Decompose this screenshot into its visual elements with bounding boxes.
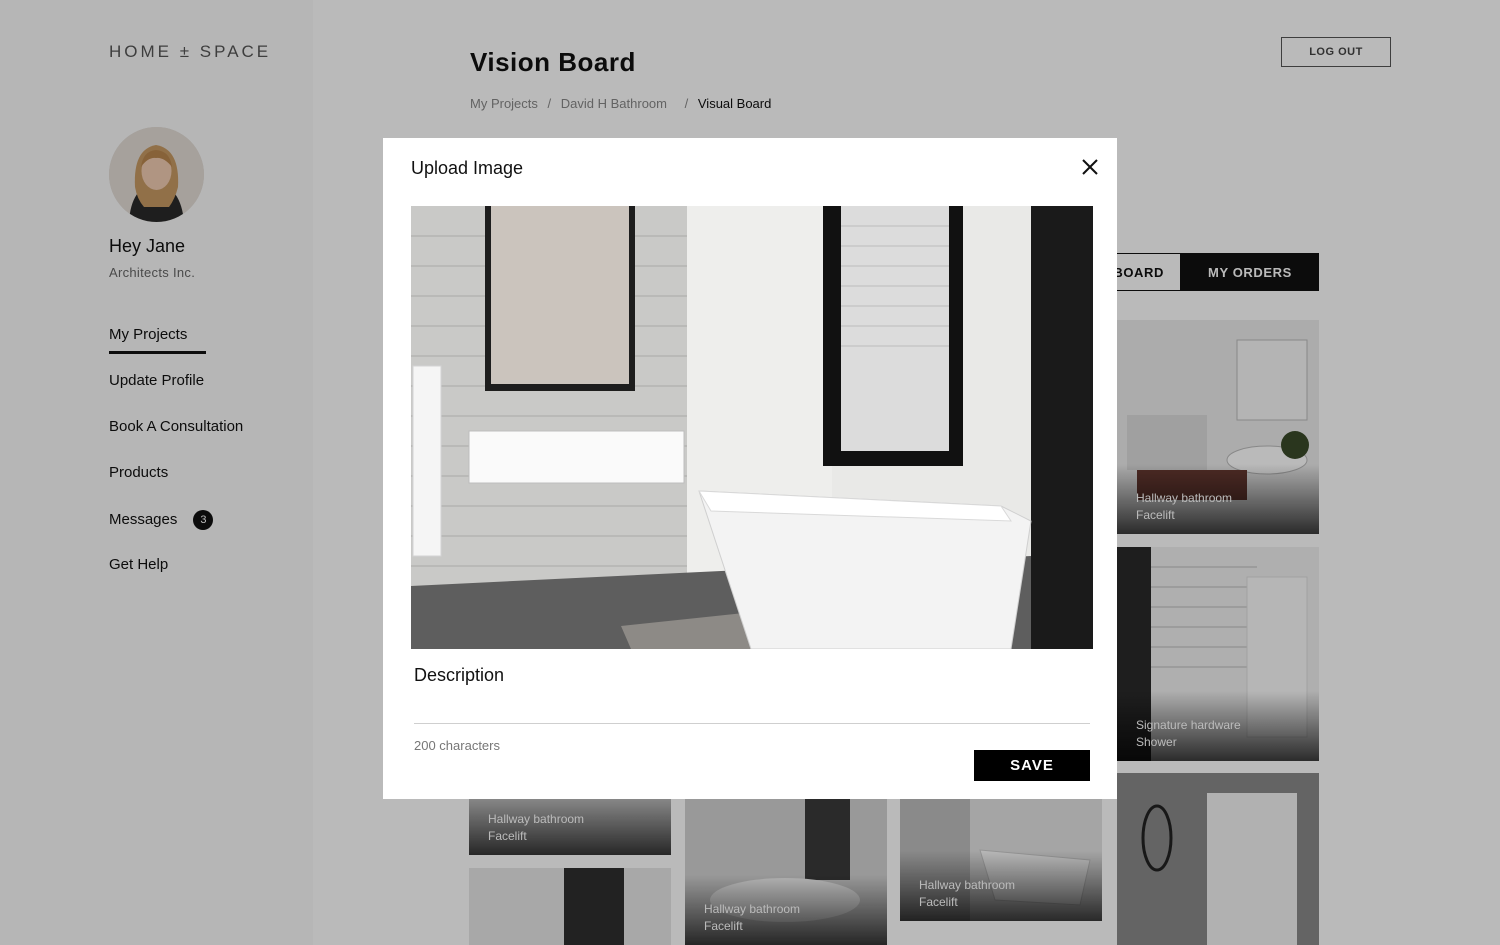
save-button[interactable]: SAVE bbox=[974, 750, 1090, 781]
uploaded-image-preview bbox=[411, 206, 1093, 649]
description-input[interactable] bbox=[414, 698, 1090, 724]
modal-title: Upload Image bbox=[411, 158, 524, 178]
upload-image-modal: Upload Image Description 200 characters … bbox=[383, 138, 1117, 799]
description-label: Description bbox=[414, 665, 505, 685]
character-limit-hint: 200 characters bbox=[414, 738, 500, 753]
close-icon[interactable] bbox=[1079, 156, 1101, 178]
